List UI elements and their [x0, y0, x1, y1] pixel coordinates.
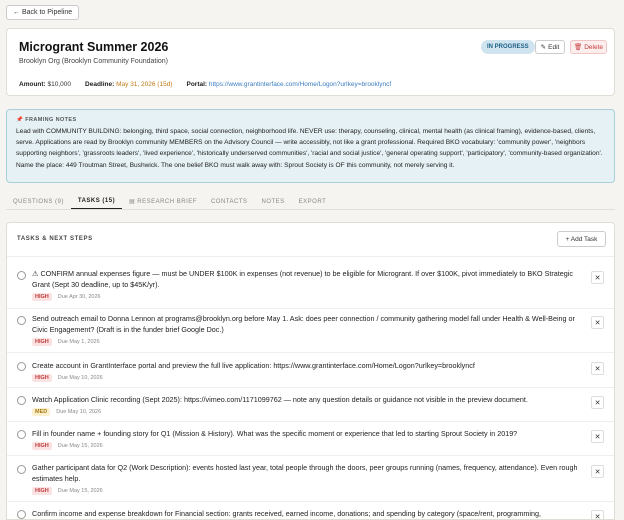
- tab-export-label: EXPORT: [298, 198, 327, 205]
- close-icon: ✕: [594, 513, 601, 520]
- task-row: Fill in founder name + founding story fo…: [7, 428, 614, 456]
- amount-value: $10,000: [47, 81, 72, 88]
- tasks-panel: TASKS & NEXT STEPS + Add Task ⚠ CONFIRM …: [6, 222, 615, 520]
- deadline-value: May 31, 2026 (15d): [116, 81, 173, 88]
- close-icon: ✕: [594, 274, 601, 282]
- task-row: Create account in GrantInterface portal …: [7, 360, 614, 388]
- task-meta: HIGH Due May 15, 2026: [32, 442, 103, 450]
- deadline-label: Deadline:: [85, 81, 115, 88]
- tab-research-brief-label: RESEARCH BRIEF: [137, 198, 197, 205]
- due-date: Due May 10, 2026: [57, 375, 103, 381]
- delete-button-label: Delete: [584, 43, 604, 51]
- task-row: Gather participant data for Q2 (Work Des…: [7, 462, 614, 502]
- task-text: Send outreach email to Donna Lennon at p…: [32, 314, 575, 334]
- delete-task-button[interactable]: ✕: [591, 430, 604, 443]
- portal-label: Portal:: [186, 81, 208, 88]
- task-text: Create account in GrantInterface portal …: [32, 361, 475, 370]
- task-row: Send outreach email to Donna Lennon at p…: [7, 313, 614, 353]
- tab-contacts-label: CONTACTS: [210, 198, 248, 205]
- close-icon: ✕: [594, 365, 601, 373]
- amount-field: Amount: $10,000: [19, 81, 71, 88]
- task-checkbox[interactable]: [17, 465, 26, 474]
- task-text: Watch Application Clinic recording (Sept…: [32, 395, 528, 404]
- task-row: ⚠ CONFIRM annual expenses figure — must …: [7, 268, 614, 309]
- delete-task-button[interactable]: ✕: [591, 465, 604, 478]
- add-task-button[interactable]: + Add Task: [557, 231, 606, 247]
- task-checkbox[interactable]: [17, 271, 26, 280]
- grant-meta-row: Amount: $10,000 Deadline: May 31, 2026 (…: [19, 81, 391, 88]
- tab-questions-label: QUESTIONS (9): [13, 198, 64, 205]
- due-date: Due May 15, 2026: [57, 443, 103, 449]
- tab-tasks[interactable]: TASKS (15): [70, 194, 123, 209]
- task-meta: MED Due May 10, 2026: [32, 408, 101, 416]
- amount-label: Amount:: [19, 81, 46, 88]
- edit-icon: ✎: [540, 44, 547, 51]
- tab-tasks-label: TASKS (15): [77, 198, 116, 204]
- delete-task-button[interactable]: ✕: [591, 362, 604, 375]
- tasks-heading: TASKS & NEXT STEPS: [17, 236, 93, 242]
- grant-header-card: Microgrant Summer 2026 Brooklyn Org (Bro…: [6, 28, 615, 96]
- deadline-field: Deadline: May 31, 2026 (15d): [85, 81, 172, 88]
- close-icon: ✕: [594, 319, 601, 327]
- organization-name: Brooklyn Org (Brooklyn Community Foundat…: [19, 58, 169, 65]
- close-icon: ✕: [594, 399, 601, 407]
- task-text: Confirm income and expense breakdown for…: [32, 509, 541, 518]
- task-meta: HIGH Due May 10, 2026: [32, 374, 103, 382]
- document-icon: ▤: [129, 199, 136, 205]
- task-checkbox[interactable]: [17, 430, 26, 439]
- task-row: Confirm income and expense breakdown for…: [7, 508, 614, 520]
- priority-badge: HIGH: [32, 487, 52, 495]
- tab-export[interactable]: EXPORT: [292, 194, 334, 209]
- tasks-divider: [7, 256, 614, 257]
- priority-badge: MED: [32, 408, 51, 416]
- task-meta: HIGH Due May 1, 2026: [32, 338, 100, 346]
- close-icon: ✕: [594, 433, 601, 441]
- edit-button-label: Edit: [548, 43, 560, 51]
- delete-task-button[interactable]: ✕: [591, 271, 604, 284]
- priority-badge: HIGH: [32, 293, 52, 301]
- delete-task-button[interactable]: ✕: [591, 510, 604, 520]
- task-text: ⚠ CONFIRM annual expenses figure — must …: [32, 269, 573, 289]
- tab-questions[interactable]: QUESTIONS (9): [6, 194, 71, 209]
- portal-field: Portal: https://www.grantinterface.com/H…: [186, 81, 391, 88]
- tab-notes-label: NOTES: [261, 198, 285, 205]
- page-title: Microgrant Summer 2026: [19, 40, 169, 54]
- due-date: Due May 10, 2026: [56, 409, 102, 415]
- delete-task-button[interactable]: ✕: [591, 396, 604, 409]
- task-meta: HIGH Due Apr 30, 2026: [32, 293, 101, 301]
- task-checkbox[interactable]: [17, 510, 26, 519]
- trash-icon: 🗑: [573, 44, 583, 51]
- tab-notes[interactable]: NOTES: [255, 194, 292, 209]
- pin-icon: 📌: [16, 117, 24, 123]
- task-checkbox[interactable]: [17, 396, 26, 405]
- task-text: Fill in founder name + founding story fo…: [32, 429, 518, 438]
- task-checkbox[interactable]: [17, 362, 26, 371]
- priority-badge: HIGH: [32, 374, 52, 382]
- delete-task-button[interactable]: ✕: [591, 316, 604, 329]
- tabs-divider: [6, 209, 615, 210]
- framing-notes-label: FRAMING NOTES: [25, 117, 77, 123]
- delete-button[interactable]: 🗑 Delete: [570, 40, 607, 54]
- framing-notes-box: 📌 FRAMING NOTES Lead with COMMUNITY BUIL…: [6, 109, 615, 183]
- due-date: Due May 15, 2026: [57, 488, 103, 494]
- tab-research-brief[interactable]: ▤ RESEARCH BRIEF: [122, 194, 204, 209]
- detail-tabs: QUESTIONS (9) TASKS (15) ▤ RESEARCH BRIEF…: [6, 194, 615, 209]
- priority-badge: HIGH: [32, 442, 52, 450]
- task-text: Gather participant data for Q2 (Work Des…: [32, 463, 578, 483]
- priority-badge: HIGH: [32, 338, 52, 346]
- portal-link[interactable]: https://www.grantinterface.com/Home/Logo…: [209, 81, 391, 88]
- due-date: Due Apr 30, 2026: [57, 294, 101, 300]
- tab-contacts[interactable]: CONTACTS: [204, 194, 255, 209]
- task-meta: HIGH Due May 15, 2026: [32, 487, 103, 495]
- framing-notes-text: Lead with COMMUNITY BUILDING: belonging,…: [16, 128, 603, 169]
- framing-notes-header: 📌 FRAMING NOTES: [16, 117, 605, 123]
- edit-button[interactable]: ✎ Edit: [535, 40, 565, 54]
- task-row: Watch Application Clinic recording (Sept…: [7, 394, 614, 422]
- due-date: Due May 1, 2026: [57, 339, 100, 345]
- task-checkbox[interactable]: [17, 316, 26, 325]
- status-badge: IN PROGRESS: [481, 40, 535, 54]
- back-to-pipeline-button[interactable]: ← Back to Pipeline: [6, 5, 80, 20]
- close-icon: ✕: [594, 468, 601, 476]
